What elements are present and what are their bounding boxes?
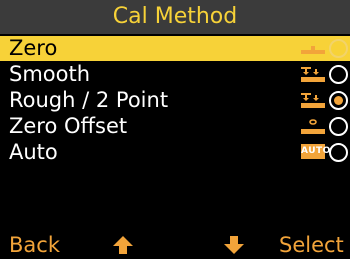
menu-item-zero[interactable]: Zero bbox=[0, 36, 350, 61]
menu-item-label: Zero Offset bbox=[9, 114, 128, 138]
page-title: Cal Method bbox=[112, 4, 238, 29]
menu-item-auto[interactable]: Auto AUTO bbox=[0, 140, 350, 165]
auto-badge: AUTO bbox=[301, 144, 330, 159]
radio-checked-dot bbox=[334, 96, 343, 105]
menu-item-label: Smooth bbox=[9, 62, 91, 86]
title-bar: Cal Method bbox=[0, 0, 350, 34]
menu-item-rough-2-point[interactable]: Rough / 2 Point bbox=[0, 88, 350, 113]
radio-button[interactable] bbox=[329, 91, 348, 110]
menu-item-smooth[interactable]: Smooth bbox=[0, 62, 350, 87]
menu-item-label: Rough / 2 Point bbox=[9, 88, 169, 112]
back-softkey[interactable]: Back bbox=[9, 233, 60, 257]
rough-2-point-cal-icon bbox=[301, 93, 325, 108]
menu-item-label: Zero bbox=[9, 36, 58, 60]
cal-method-screen: Cal Method Zero Smooth Rough / 2 Point Z… bbox=[0, 0, 350, 259]
radio-button[interactable] bbox=[329, 143, 348, 162]
up-arrow-icon[interactable] bbox=[112, 234, 134, 256]
zero-cal-icon bbox=[301, 46, 325, 54]
radio-button[interactable] bbox=[329, 39, 348, 58]
softkey-bar: Back Select bbox=[0, 231, 350, 259]
smooth-cal-icon bbox=[301, 67, 325, 82]
zero-offset-cal-icon bbox=[301, 119, 325, 134]
radio-button[interactable] bbox=[329, 117, 348, 136]
menu-item-label: Auto bbox=[9, 140, 58, 164]
select-softkey[interactable]: Select bbox=[279, 233, 344, 257]
radio-button[interactable] bbox=[329, 65, 348, 84]
down-arrow-icon[interactable] bbox=[223, 234, 245, 256]
menu-item-zero-offset[interactable]: Zero Offset bbox=[0, 114, 350, 139]
